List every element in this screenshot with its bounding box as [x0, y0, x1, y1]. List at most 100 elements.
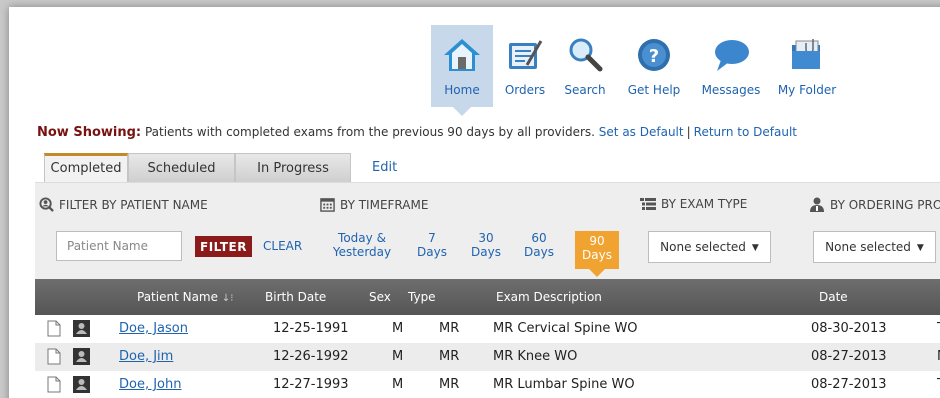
timeframe-line2: Days: [524, 245, 554, 259]
timeframe-line1: 90: [589, 234, 605, 248]
column-header-birth-date[interactable]: Birth Date: [265, 290, 326, 304]
exam-date: 08-27-2013: [811, 377, 887, 392]
svg-text:?: ?: [649, 46, 659, 67]
return-to-default-link[interactable]: Return to Default: [694, 125, 797, 139]
sex: M: [392, 321, 404, 336]
filter-panel: FILTER BY PATIENT NAME FILTER CLEAR BY T…: [35, 182, 940, 279]
column-header-patient-name-label: Patient Name: [137, 290, 218, 304]
table-header: Patient Name ↓⁝ Birth Date Sex Type Exam…: [35, 279, 940, 315]
column-header-patient-name[interactable]: Patient Name ↓⁝: [137, 290, 233, 304]
exam-type: MR: [439, 349, 460, 364]
filter-button[interactable]: FILTER: [195, 236, 252, 257]
timeframe-line1: 60: [531, 231, 547, 245]
timeframe-7-days[interactable]: 7 Days: [417, 231, 447, 259]
patient-name-link[interactable]: Doe, Jim: [119, 349, 173, 364]
top-navigation: Home Orders Search ? Get Help Messages M…: [9, 7, 940, 107]
nav-home-label: Home: [444, 83, 480, 97]
now-showing-text: Patients with completed exams from the p…: [144, 125, 595, 139]
by-exam-type-text: BY EXAM TYPE: [661, 197, 748, 211]
timeframe-30-days[interactable]: 30 Days: [471, 231, 501, 259]
by-exam-type-heading: BY EXAM TYPE: [640, 197, 747, 211]
document-icon[interactable]: [47, 320, 61, 337]
document-icon[interactable]: [47, 376, 61, 393]
sex: M: [392, 377, 404, 392]
column-header-exam-description[interactable]: Exam Description: [496, 290, 602, 304]
now-showing-bar: Now Showing: Patients with completed exa…: [37, 125, 797, 140]
by-ordering-text: BY ORDERING PRO: [830, 197, 940, 212]
exam-type-dropdown[interactable]: None selected ▼: [648, 231, 771, 263]
timeframe-line2: Days: [417, 245, 447, 259]
nav-get-help-label: Get Help: [627, 83, 681, 97]
set-as-default-link[interactable]: Set as Default: [599, 125, 684, 139]
ordering-provider-value: None selected: [825, 240, 911, 254]
filter-by-name-heading: FILTER BY PATIENT NAME: [39, 197, 208, 212]
nav-messages[interactable]: Messages: [697, 25, 765, 107]
timeframe-line2: Yesterday: [332, 245, 392, 259]
by-timeframe-text: BY TIMEFRAME: [340, 197, 429, 212]
nav-get-help[interactable]: ? Get Help: [621, 25, 687, 107]
patient-name-link[interactable]: Doe, Jason: [119, 321, 188, 336]
image-viewer-icon[interactable]: [73, 376, 90, 393]
calendar-icon: [320, 198, 335, 212]
list-icon: [640, 198, 656, 210]
exam-description: MR Cervical Spine WO: [493, 321, 638, 336]
nav-messages-label: Messages: [701, 83, 761, 97]
by-timeframe-heading: BY TIMEFRAME: [320, 197, 428, 212]
nav-my-folder[interactable]: My Folder: [773, 25, 841, 107]
sort-icon: ↓⁝: [221, 293, 234, 304]
app-window: Home Orders Search ? Get Help Messages M…: [9, 7, 940, 398]
nav-orders-label: Orders: [504, 83, 546, 97]
house-icon: [444, 39, 480, 71]
timeframe-line1: 7: [428, 231, 436, 245]
tab-completed[interactable]: Completed: [44, 153, 128, 183]
doctor-icon: [810, 197, 824, 212]
image-viewer-icon[interactable]: [73, 348, 90, 365]
filter-by-name-text: FILTER BY PATIENT NAME: [59, 197, 208, 212]
timeframe-line1: Today &: [338, 231, 386, 245]
exam-description: MR Lumbar Spine WO: [493, 377, 635, 392]
search-user-icon: [39, 197, 54, 212]
separator: |: [686, 125, 691, 139]
exam-description: MR Knee WO: [493, 349, 578, 364]
image-viewer-icon[interactable]: [73, 320, 90, 337]
birth-date: 12-25-1991: [273, 321, 349, 336]
column-header-date[interactable]: Date: [819, 290, 848, 304]
speech-bubble-icon: [715, 40, 749, 71]
timeframe-90-days[interactable]: 90 Days: [575, 231, 619, 269]
birth-date: 12-26-1992: [273, 349, 349, 364]
nav-home[interactable]: Home: [431, 25, 493, 107]
birth-date: 12-27-1993: [273, 377, 349, 392]
table-row[interactable]: Doe, John 12-27-1993 M MR MR Lumbar Spin…: [35, 371, 940, 398]
table-row[interactable]: Doe, Jason 12-25-1991 M MR MR Cervical S…: [35, 315, 940, 343]
nav-my-folder-label: My Folder: [777, 83, 837, 97]
column-header-sex[interactable]: Sex: [369, 290, 391, 304]
nav-search[interactable]: Search: [558, 25, 612, 107]
exam-date: 08-30-2013: [811, 321, 887, 336]
tab-scheduled[interactable]: Scheduled: [128, 153, 235, 182]
exam-type-value: None selected: [660, 240, 746, 254]
magnifier-icon: [569, 38, 603, 72]
tab-in-progress[interactable]: In Progress: [235, 153, 351, 182]
exam-date: 08-27-2013: [811, 349, 887, 364]
clipboard-icon: [509, 40, 543, 69]
timeframe-line2: Days: [471, 245, 501, 259]
clear-link[interactable]: CLEAR: [263, 239, 302, 253]
caret-down-icon: ▼: [751, 243, 759, 253]
table-row[interactable]: Doe, Jim 12-26-1992 M MR MR Knee WO 08-2…: [35, 343, 940, 371]
timeframe-line2: Days: [582, 248, 612, 262]
document-icon[interactable]: [47, 348, 61, 365]
ordering-provider-dropdown[interactable]: None selected ▼: [813, 231, 936, 263]
exam-type: MR: [439, 377, 460, 392]
patient-name-link[interactable]: Doe, John: [119, 377, 182, 392]
now-showing-label: Now Showing:: [37, 125, 142, 140]
folder-icon: [792, 39, 820, 69]
nav-search-label: Search: [564, 83, 606, 97]
sex: M: [392, 349, 404, 364]
nav-orders[interactable]: Orders: [497, 25, 553, 107]
question-icon: ?: [638, 39, 670, 71]
caret-down-icon: ▼: [916, 243, 924, 253]
timeframe-today-yesterday[interactable]: Today & Yesterday: [327, 231, 397, 259]
column-header-type[interactable]: Type: [408, 290, 436, 304]
timeframe-60-days[interactable]: 60 Days: [522, 231, 556, 259]
patient-name-input[interactable]: [56, 231, 182, 261]
